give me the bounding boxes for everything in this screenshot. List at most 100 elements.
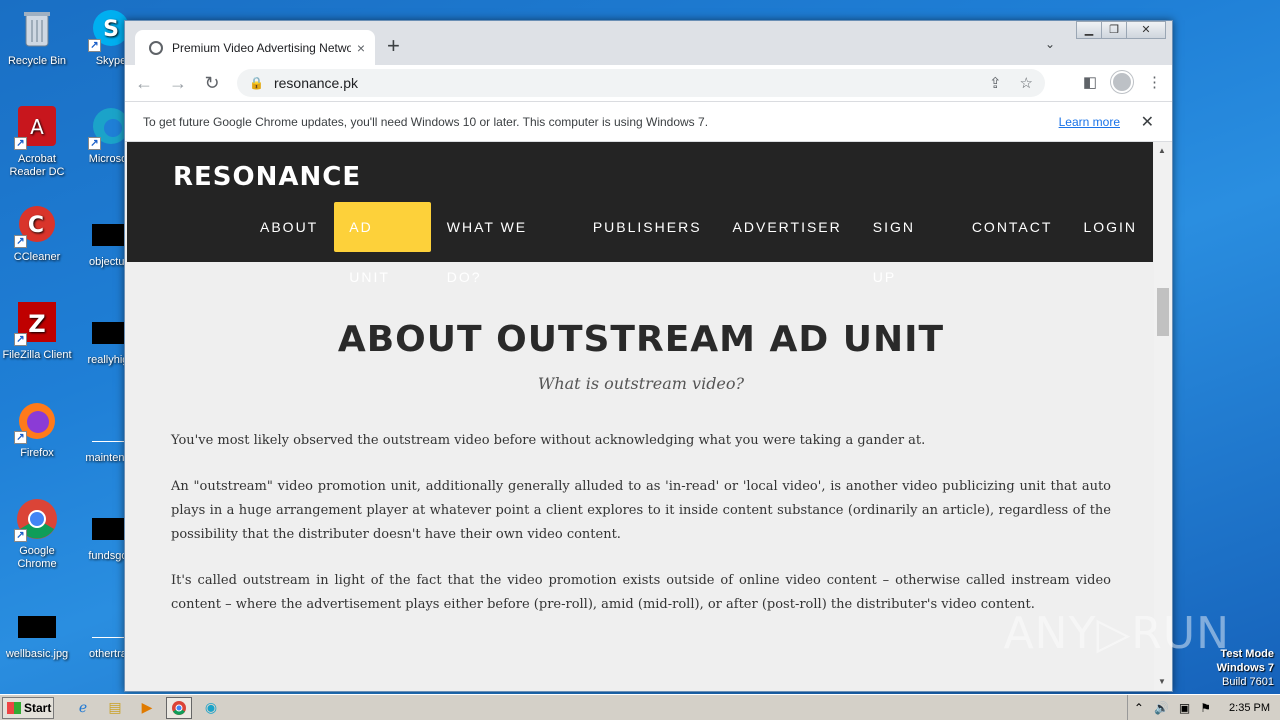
action-center-flag-icon[interactable]: ⚑ — [1200, 701, 1211, 715]
browser-tab[interactable]: Premium Video Advertising Network × — [135, 30, 375, 65]
bookmark-star-icon[interactable]: ☆ — [1020, 74, 1033, 92]
clock[interactable]: 2:35 PM — [1229, 702, 1270, 714]
desktop-icon-wellbasic[interactable]: wellbasic.jpg — [0, 604, 74, 661]
tab-close-icon[interactable]: × — [357, 40, 365, 56]
svg-text:Z: Z — [28, 310, 45, 338]
shortcut-arrow-icon: ↗ — [88, 137, 101, 150]
paragraph: It's called outstream in light of the fa… — [171, 573, 1111, 612]
side-panel-icon[interactable]: ◧ — [1083, 73, 1097, 91]
site-logo[interactable]: RESONANCE — [173, 162, 361, 192]
browser-toolbar: ← → ↻ 🔒 resonance.pk ⇪ ☆ ◧ ⋮ — [125, 65, 1172, 101]
shortcut-arrow-icon: ↗ — [88, 39, 101, 52]
chrome-icon: ↗ — [14, 496, 60, 542]
test-mode-notice: Test Mode Windows 7 Build 7601 — [1217, 647, 1274, 689]
taskbar-media-player-icon[interactable]: ▶ — [134, 697, 160, 719]
desktop-icon-recycle-bin[interactable]: Recycle Bin — [0, 6, 74, 68]
tray-expand-icon[interactable]: ⌃ — [1134, 701, 1144, 715]
svg-text:S: S — [103, 17, 119, 42]
site-nav: ABOUT AD UNIT WHAT WE DO? PUBLISHERS ADV… — [245, 202, 1153, 285]
nav-item-publishers[interactable]: PUBLISHERS — [578, 202, 717, 252]
profile-avatar-icon[interactable] — [1111, 71, 1133, 93]
share-icon[interactable]: ⇪ — [989, 74, 1002, 92]
desktop-icon-filezilla[interactable]: Z ↗ FileZilla Client — [0, 300, 74, 362]
system-tray: ⌃ 🔊 ▣ ⚑ 2:35 PM — [1126, 695, 1280, 720]
start-button[interactable]: Start — [2, 696, 54, 719]
scroll-up-arrow-icon[interactable]: ▲ — [1158, 146, 1166, 155]
shortcut-arrow-icon: ↗ — [14, 137, 27, 150]
nav-item-login[interactable]: LOGIN — [1068, 202, 1152, 252]
ccleaner-icon: C ↗ — [14, 202, 60, 248]
taskbar-edge-icon[interactable]: ◉ — [198, 697, 224, 719]
desktop-icon-acrobat[interactable]: A ↗ Acrobat Reader DC — [0, 104, 74, 179]
tab-search-chevron-icon[interactable]: ⌄ — [1045, 37, 1055, 51]
filezilla-icon: Z ↗ — [14, 300, 60, 346]
learn-more-link[interactable]: Learn more — [1059, 115, 1120, 129]
globe-icon — [149, 40, 163, 55]
test-mode-line: Test Mode — [1220, 648, 1274, 660]
desktop-icon-google-chrome[interactable]: ↗ Google Chrome — [0, 496, 74, 571]
svg-text:A: A — [30, 115, 44, 139]
nav-item-what-we-do[interactable]: WHAT WE DO? — [432, 202, 577, 285]
forward-arrow-icon[interactable]: → — [163, 73, 193, 94]
nav-item-ad-unit[interactable]: AD UNIT — [334, 202, 431, 285]
shortcut-arrow-icon: ↗ — [14, 333, 27, 346]
nav-item-about[interactable]: ABOUT — [245, 202, 333, 252]
scrollbar-thumb[interactable] — [1157, 288, 1169, 336]
firefox-icon: ↗ — [14, 398, 60, 444]
desktop-icon-label: wellbasic.jpg — [5, 648, 69, 660]
paragraph: An "outstream" video promotion unit, add… — [171, 479, 1111, 542]
desktop-icon-ccleaner[interactable]: C ↗ CCleaner — [0, 202, 74, 264]
reload-icon[interactable]: ↻ — [197, 73, 227, 94]
url-text[interactable]: resonance.pk — [274, 75, 358, 91]
test-mode-line: Windows 7 — [1216, 662, 1274, 674]
infobar-close-icon[interactable]: ✕ — [1141, 112, 1154, 132]
network-icon[interactable]: ▣ — [1179, 701, 1190, 715]
taskbar: Start ℯ ▤ ▶ ◉ ⌃ 🔊 ▣ ⚑ 2:35 PM — [0, 694, 1280, 720]
desktop-icon-label: Google Chrome — [17, 545, 57, 570]
volume-icon[interactable]: 🔊 — [1154, 701, 1169, 715]
taskbar-ie-icon[interactable]: ℯ — [70, 697, 96, 719]
windows-logo-icon — [7, 701, 21, 714]
nav-item-advertiser[interactable]: ADVERTISER — [718, 202, 857, 252]
tab-title: Premium Video Advertising Network — [172, 40, 351, 55]
image-file-icon — [18, 616, 56, 638]
desktop-icon-label: CCleaner — [13, 251, 61, 263]
start-label: Start — [24, 700, 52, 715]
lock-icon[interactable]: 🔒 — [249, 76, 264, 90]
page-title: ABOUT OUTSTREAM AD UNIT — [337, 319, 945, 360]
taskbar-explorer-icon[interactable]: ▤ — [102, 697, 128, 719]
recycle-bin-icon — [14, 6, 60, 52]
shortcut-arrow-icon: ↗ — [14, 235, 27, 248]
desktop-icon-firefox[interactable]: ↗ Firefox — [0, 398, 74, 460]
infobar-message: To get future Google Chrome updates, you… — [143, 114, 709, 129]
scroll-down-arrow-icon[interactable]: ▼ — [1158, 677, 1166, 686]
browser-window: Premium Video Advertising Network × + ⌄ … — [124, 20, 1173, 692]
tab-strip: Premium Video Advertising Network × + ⌄ … — [125, 21, 1172, 65]
back-arrow-icon[interactable]: ← — [129, 73, 159, 94]
taskbar-chrome-icon[interactable] — [166, 696, 192, 719]
test-mode-line: Build 7601 — [1222, 676, 1274, 688]
nav-item-sign-up[interactable]: SIGN UP — [858, 202, 956, 285]
desktop-icon-label: Firefox — [20, 447, 54, 459]
menu-kebab-icon[interactable]: ⋮ — [1147, 73, 1162, 91]
svg-text:C: C — [28, 213, 44, 238]
anyrun-watermark: ANY▷RUN — [1003, 608, 1230, 659]
desktop-icon-label: Recycle Bin — [7, 55, 67, 67]
address-bar[interactable]: 🔒 resonance.pk ⇪ ☆ — [237, 69, 1045, 97]
site-header: RESONANCE ABOUT AD UNIT WHAT WE DO? PUBL… — [127, 142, 1153, 285]
shortcut-arrow-icon: ↗ — [14, 431, 27, 444]
main-content: ABOUT OUTSTREAM AD UNIT What is outstrea… — [171, 292, 1111, 617]
new-tab-button[interactable]: + — [387, 35, 400, 57]
desktop-icon-label: FileZilla Client — [2, 349, 72, 361]
page-subtitle: What is outstream video? — [537, 374, 745, 393]
acrobat-icon: A ↗ — [14, 104, 60, 150]
minimize-button[interactable]: ▁ — [1076, 21, 1102, 39]
nav-item-contact[interactable]: CONTACT — [957, 202, 1068, 252]
shortcut-arrow-icon: ↗ — [14, 529, 27, 542]
desktop-icon-label: Acrobat Reader DC — [9, 153, 65, 178]
update-infobar: To get future Google Chrome updates, you… — [125, 101, 1172, 142]
window-controls: ▁ ❐ ✕ — [1076, 21, 1166, 39]
close-window-button[interactable]: ✕ — [1126, 21, 1166, 39]
restore-button[interactable]: ❐ — [1101, 21, 1127, 39]
paragraph: You've most likely observed the outstrea… — [171, 433, 926, 448]
